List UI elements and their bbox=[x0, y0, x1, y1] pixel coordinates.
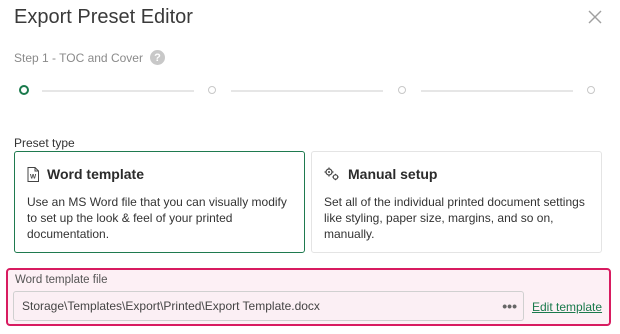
step-label-row: Step 1 - TOC and Cover ? bbox=[14, 50, 165, 65]
preset-type-label: Preset type bbox=[14, 136, 75, 150]
manual-setup-card[interactable]: Manual setup Set all of the individual p… bbox=[311, 151, 602, 253]
step-dot-2[interactable] bbox=[208, 86, 216, 94]
manual-setup-card-header: Manual setup bbox=[324, 166, 437, 182]
word-template-card-header: W Word template bbox=[27, 166, 144, 182]
step-line-2 bbox=[231, 90, 383, 92]
word-template-title: Word template bbox=[47, 166, 144, 182]
word-template-file-section: Word template file ••• Edit template bbox=[6, 268, 611, 326]
manual-setup-description: Set all of the individual printed docume… bbox=[324, 195, 585, 241]
stepper bbox=[0, 82, 620, 98]
svg-text:W: W bbox=[30, 173, 37, 180]
step-label: Step 1 - TOC and Cover bbox=[14, 50, 143, 65]
close-button[interactable] bbox=[584, 6, 606, 28]
step-dot-3[interactable] bbox=[398, 86, 406, 94]
word-document-icon: W bbox=[27, 166, 39, 182]
edit-template-link[interactable]: Edit template bbox=[532, 300, 602, 314]
step-dot-1[interactable] bbox=[19, 85, 29, 95]
template-path-field[interactable]: ••• bbox=[13, 291, 524, 321]
close-icon bbox=[588, 10, 602, 24]
step-line-3 bbox=[421, 90, 573, 92]
help-icon[interactable]: ? bbox=[149, 50, 165, 65]
word-template-card[interactable]: W Word template Use an MS Word file that… bbox=[14, 151, 305, 253]
gears-icon bbox=[324, 167, 339, 181]
template-path-input[interactable] bbox=[14, 298, 494, 314]
word-template-description: Use an MS Word file that you can visuall… bbox=[27, 195, 287, 241]
step-dot-4[interactable] bbox=[587, 86, 595, 94]
browse-more-button[interactable]: ••• bbox=[502, 299, 517, 313]
dialog-title: Export Preset Editor bbox=[14, 6, 193, 28]
step-line-1 bbox=[42, 90, 194, 92]
word-template-file-label: Word template file bbox=[15, 274, 108, 286]
manual-setup-title: Manual setup bbox=[348, 166, 438, 182]
